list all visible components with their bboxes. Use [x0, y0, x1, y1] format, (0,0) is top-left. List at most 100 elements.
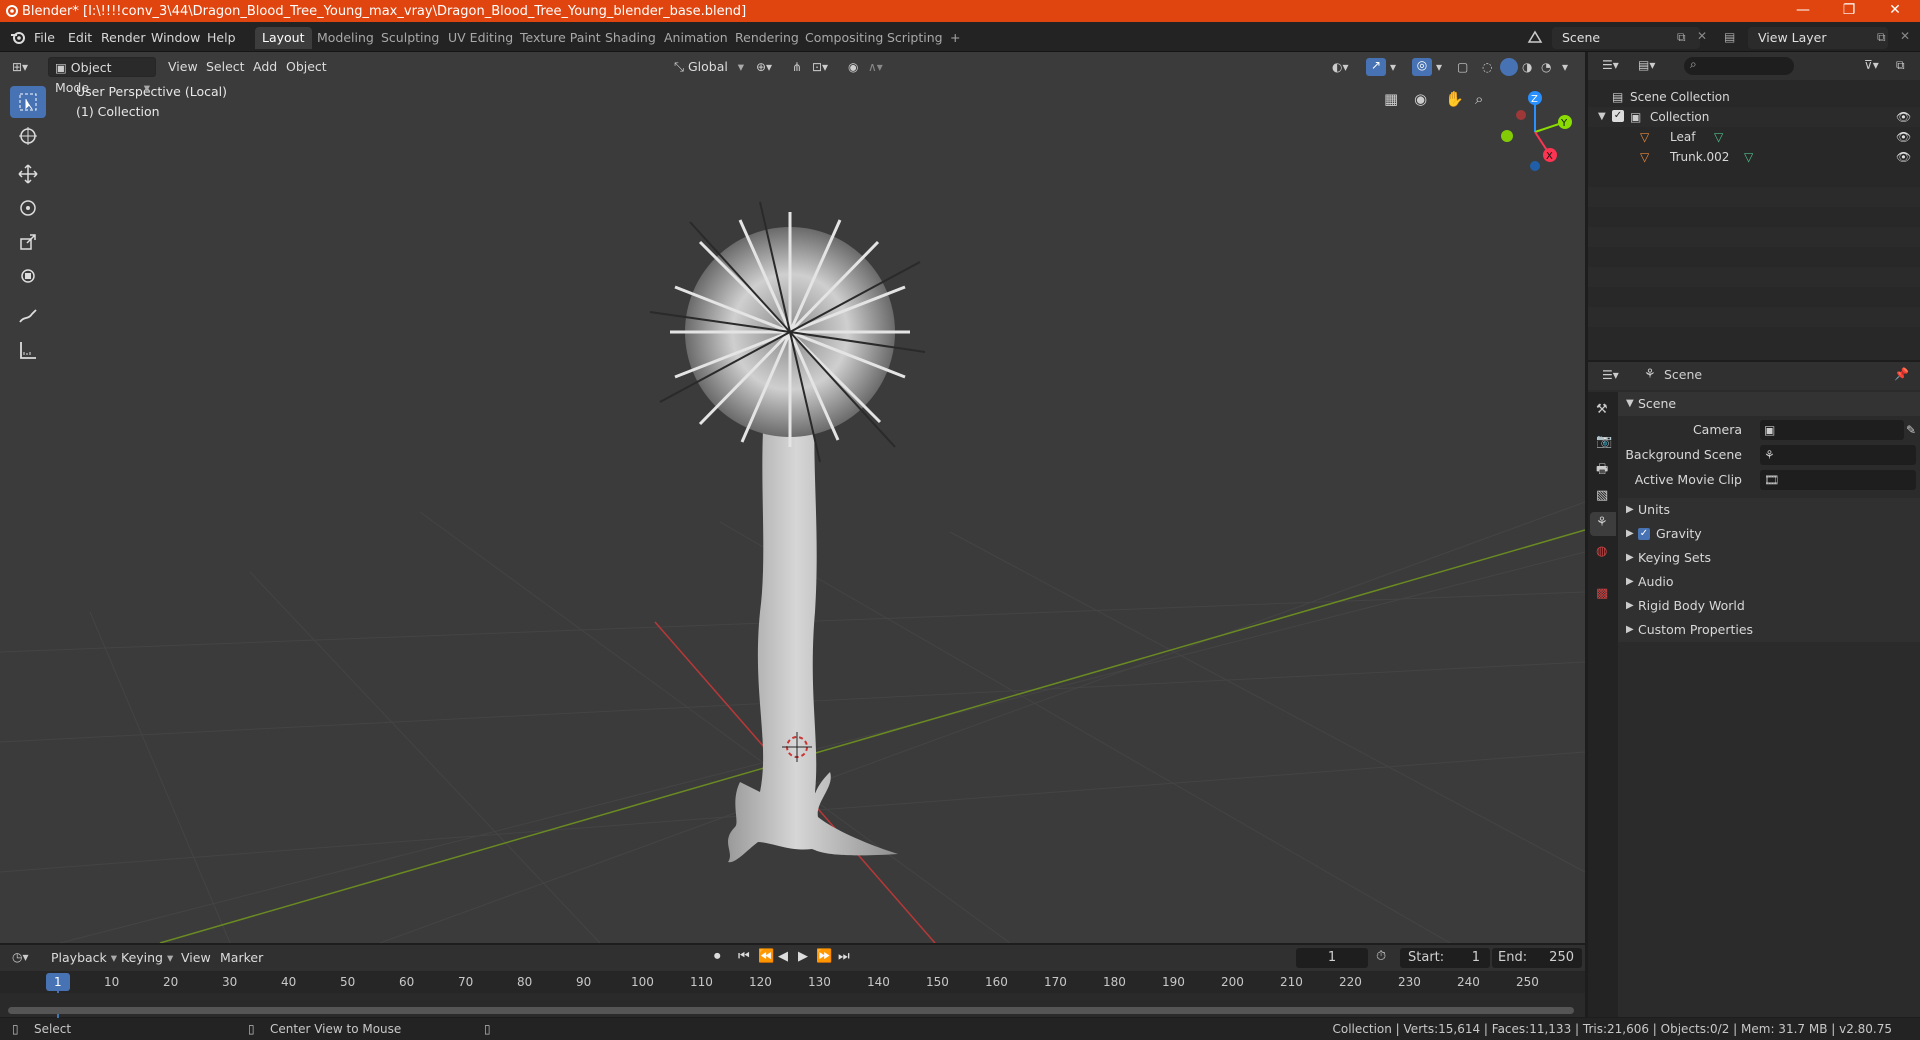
visibility-eye-icon[interactable]: 👁 — [1896, 107, 1911, 127]
disclosure-triangle-icon[interactable]: ▼ — [1598, 107, 1606, 127]
new-view-layer-icon[interactable]: ⧉ — [1877, 30, 1886, 45]
jump-to-end-icon[interactable]: ⏭ — [838, 949, 850, 964]
exclude-checkbox[interactable]: ✓ — [1612, 110, 1624, 122]
custom-properties-subpanel[interactable]: ▶ Custom Properties — [1618, 618, 1920, 642]
rendered-shading-icon[interactable]: ◔ — [1541, 60, 1551, 74]
scene-type-icon[interactable] — [1527, 30, 1543, 48]
close-window-button[interactable]: ✕ — [1872, 0, 1918, 22]
snap-icon[interactable]: ⋔ — [792, 60, 802, 74]
menu-window[interactable]: Window — [151, 28, 200, 48]
viewport-menu-select[interactable]: Select — [200, 57, 251, 77]
restore-button[interactable]: ❐ — [1826, 0, 1872, 22]
keying-sets-subpanel[interactable]: ▶ Keying Sets — [1618, 546, 1920, 570]
rotate-tool[interactable] — [10, 192, 46, 224]
tool-tab-icon[interactable]: ⚒ — [1596, 402, 1608, 417]
timeline-menu-marker[interactable]: Marker — [214, 948, 269, 968]
solid-shading-icon[interactable] — [1500, 58, 1518, 76]
menu-render[interactable]: Render — [101, 28, 146, 48]
stopwatch-icon[interactable]: ⏱ — [1376, 949, 1386, 964]
render-tab-icon[interactable]: 📷 — [1596, 434, 1612, 449]
navigation-gizmo[interactable]: Z Y X — [1490, 80, 1580, 180]
viewport-menu-add[interactable]: Add — [247, 57, 283, 77]
outliner-editor-type-icon[interactable]: ☰▾ — [1602, 58, 1619, 72]
minimize-button[interactable]: — — [1780, 0, 1826, 22]
xray-toggle-icon[interactable]: ▢ — [1457, 60, 1468, 74]
units-subpanel[interactable]: ▶ Units — [1618, 498, 1920, 522]
tab-layout[interactable]: Layout — [255, 27, 312, 49]
visibility-eye-icon[interactable]: 👁 — [1896, 147, 1911, 167]
mesh-data-icon[interactable]: ▽ — [1744, 147, 1753, 167]
start-frame-field[interactable]: Start: 1 — [1400, 948, 1490, 968]
play-reverse-icon[interactable]: ◀ — [778, 949, 788, 964]
cursor-tool[interactable] — [10, 120, 46, 152]
tab-sculpting[interactable]: Sculpting — [374, 27, 446, 49]
editor-type-icon[interactable]: ⊞▾ — [12, 60, 28, 74]
orientation-dropdown[interactable]: ⤡ Global ▾ — [668, 57, 746, 77]
jump-to-start-icon[interactable]: ⏮ — [738, 949, 750, 964]
zoom-icon[interactable]: ⌕ — [1475, 90, 1483, 108]
rigid-body-world-subpanel[interactable]: ▶ Rigid Body World — [1618, 594, 1920, 618]
view-layer-selector[interactable]: View Layer — [1748, 27, 1888, 49]
falloff-icon[interactable]: ∧▾ — [868, 60, 883, 74]
record-icon[interactable]: ⏺ — [714, 949, 721, 964]
show-gizmo-icon[interactable]: ↗ — [1366, 58, 1386, 76]
show-overlays-icon[interactable]: ◎ — [1412, 58, 1432, 76]
frame-ruler[interactable] — [0, 971, 1585, 1021]
tab-compositing[interactable]: Compositing — [798, 27, 890, 49]
proportional-editing-icon[interactable]: ◉ — [848, 60, 858, 74]
output-tab-icon[interactable]: 🖶 — [1596, 460, 1608, 482]
visibility-selectability-icon[interactable]: ◐▾ — [1332, 60, 1349, 74]
pin-icon[interactable]: 📌 — [1894, 367, 1909, 381]
gravity-checkbox[interactable]: ✓ — [1638, 528, 1650, 540]
timeline-editor-type-icon[interactable]: ◷▾ — [12, 950, 29, 964]
tab-uv-editing[interactable]: UV Editing — [441, 27, 520, 49]
select-box-tool[interactable] — [10, 86, 46, 118]
outliner-row-collection[interactable]: ▼ ✓ ▣ Collection 👁 — [1588, 107, 1920, 127]
visibility-eye-icon[interactable]: 👁 — [1896, 127, 1911, 147]
audio-subpanel[interactable]: ▶ Audio — [1618, 570, 1920, 594]
viewport-menu-object[interactable]: Object — [280, 57, 333, 77]
world-tab-icon[interactable]: ◍ — [1596, 544, 1607, 559]
material-preview-icon[interactable]: ◑ — [1522, 60, 1532, 74]
timeline-menu-playback[interactable]: Playback ▾ — [45, 948, 123, 968]
display-mode-icon[interactable]: ▤▾ — [1638, 58, 1655, 72]
outliner-row-trunk[interactable]: ▽ Trunk.002 ▽ 👁 — [1588, 147, 1920, 167]
background-scene-field[interactable]: ⚘ — [1760, 445, 1916, 465]
tab-texture-paint[interactable]: Texture Paint — [513, 27, 608, 49]
properties-editor-type-icon[interactable]: ☰▾ — [1602, 368, 1619, 382]
new-collection-icon[interactable]: ⧉ — [1896, 58, 1905, 73]
tab-rendering[interactable]: Rendering — [728, 27, 806, 49]
delete-scene-icon[interactable]: ✕ — [1697, 29, 1707, 43]
outliner-row-scene-collection[interactable]: ▤ Scene Collection — [1588, 87, 1920, 107]
jump-to-keyframe-back-icon[interactable]: ⏪ — [758, 949, 774, 964]
tab-animation[interactable]: Animation — [657, 27, 735, 49]
move-tool[interactable] — [10, 158, 46, 190]
menu-edit[interactable]: Edit — [68, 28, 92, 48]
object-mode-dropdown[interactable]: ▣ Object Mode ▾ — [48, 57, 156, 95]
tab-scripting[interactable]: Scripting — [880, 27, 950, 49]
gravity-subpanel[interactable]: ▶ ✓ Gravity — [1618, 522, 1920, 546]
tab-modeling[interactable]: Modeling — [310, 27, 381, 49]
new-scene-icon[interactable]: ⧉ — [1677, 30, 1686, 45]
annotate-tool[interactable] — [10, 300, 46, 332]
scene-tab[interactable]: ⚘ — [1590, 512, 1616, 536]
playhead[interactable] — [46, 973, 70, 991]
camera-view-icon[interactable]: ◉ — [1414, 90, 1427, 108]
menu-help[interactable]: Help — [207, 28, 236, 48]
toggle-grid-icon[interactable]: ▦ — [1384, 90, 1398, 108]
mesh-data-icon[interactable]: ▽ — [1714, 127, 1723, 147]
blender-menu-icon[interactable] — [10, 29, 26, 49]
jump-to-keyframe-forward-icon[interactable]: ⏩ — [816, 949, 832, 964]
transform-tool[interactable] — [10, 260, 46, 292]
delete-view-layer-icon[interactable]: ✕ — [1900, 29, 1910, 43]
timeline-menu-keying[interactable]: Keying ▾ — [115, 948, 179, 968]
3d-viewport[interactable]: User Perspective (Local) (1) Collection … — [0, 52, 1585, 943]
active-movie-clip-field[interactable]: 🎞 — [1760, 470, 1916, 490]
timeline-scrollbar[interactable] — [8, 1007, 1574, 1014]
filter-icon[interactable]: ⊽▾ — [1864, 58, 1879, 72]
view-layer-tab-icon[interactable]: ▧ — [1596, 488, 1608, 503]
snap-target-icon[interactable]: ⊡▾ — [812, 60, 828, 74]
end-frame-field[interactable]: End: 250 — [1492, 948, 1582, 968]
camera-field[interactable]: ▣ — [1760, 420, 1904, 440]
viewport-menu-view[interactable]: View — [162, 57, 204, 77]
